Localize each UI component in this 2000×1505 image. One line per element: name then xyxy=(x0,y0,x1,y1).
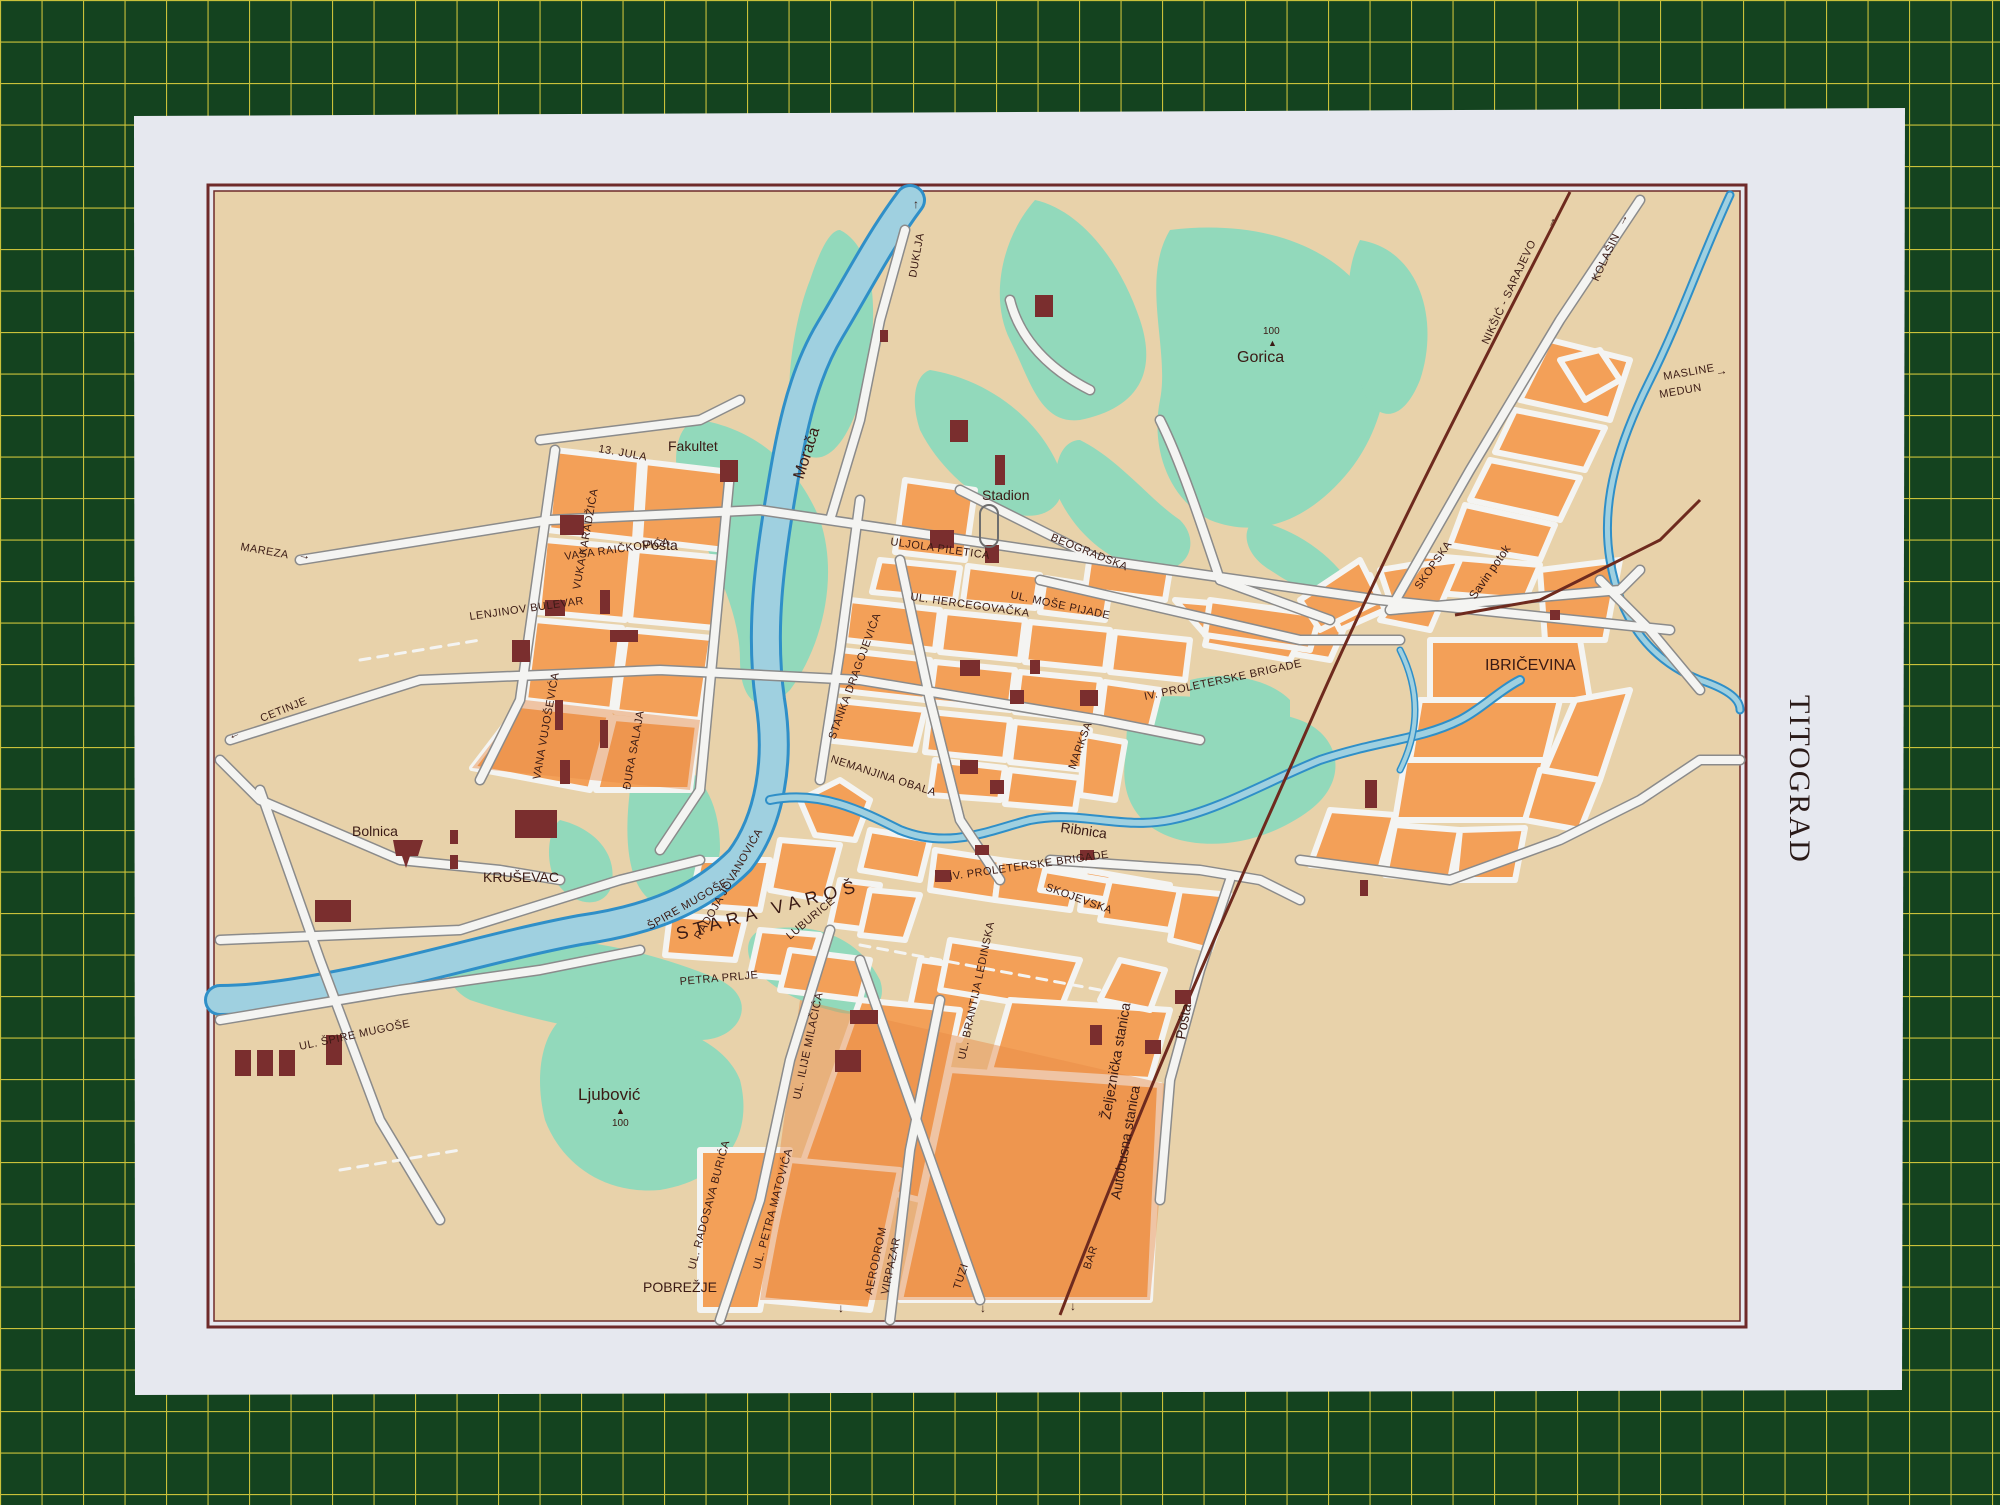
label-pobrezje: POBREŽJE xyxy=(643,1279,717,1295)
arrow-up-icon: ↑ xyxy=(913,197,919,211)
elevation-marker-icon: ▲ xyxy=(1268,338,1277,348)
arrow-right-icon: → xyxy=(1714,363,1728,379)
label-gorica: Gorica xyxy=(1237,349,1284,366)
arrow-down-icon: ↓ xyxy=(1070,1299,1076,1313)
map-title: TITOGRAD xyxy=(1783,695,1816,864)
label-gorica-elev: 100 xyxy=(1263,326,1280,337)
label-ibricevina: IBRIČEVINA xyxy=(1485,655,1576,674)
label-stadion: Stadion xyxy=(982,487,1029,503)
map-photo: Fakultet Pošta Stadion 100 ▲ Gorica Boln… xyxy=(0,0,2000,1505)
arrow-down-icon: ↓ xyxy=(838,1301,844,1315)
label-fakultet: Fakultet xyxy=(668,438,718,454)
label-bolnica: Bolnica xyxy=(352,823,398,839)
arrow-right-icon: → xyxy=(297,547,311,563)
label-ljubovic: Ljubović xyxy=(578,1085,641,1104)
label-ljubovic-elev: 100 xyxy=(612,1118,629,1129)
label-krusevac: KRUŠEVAC xyxy=(483,869,559,885)
arrow-down-icon: ↓ xyxy=(980,1301,986,1315)
elevation-marker-icon: ▲ xyxy=(616,1106,625,1116)
